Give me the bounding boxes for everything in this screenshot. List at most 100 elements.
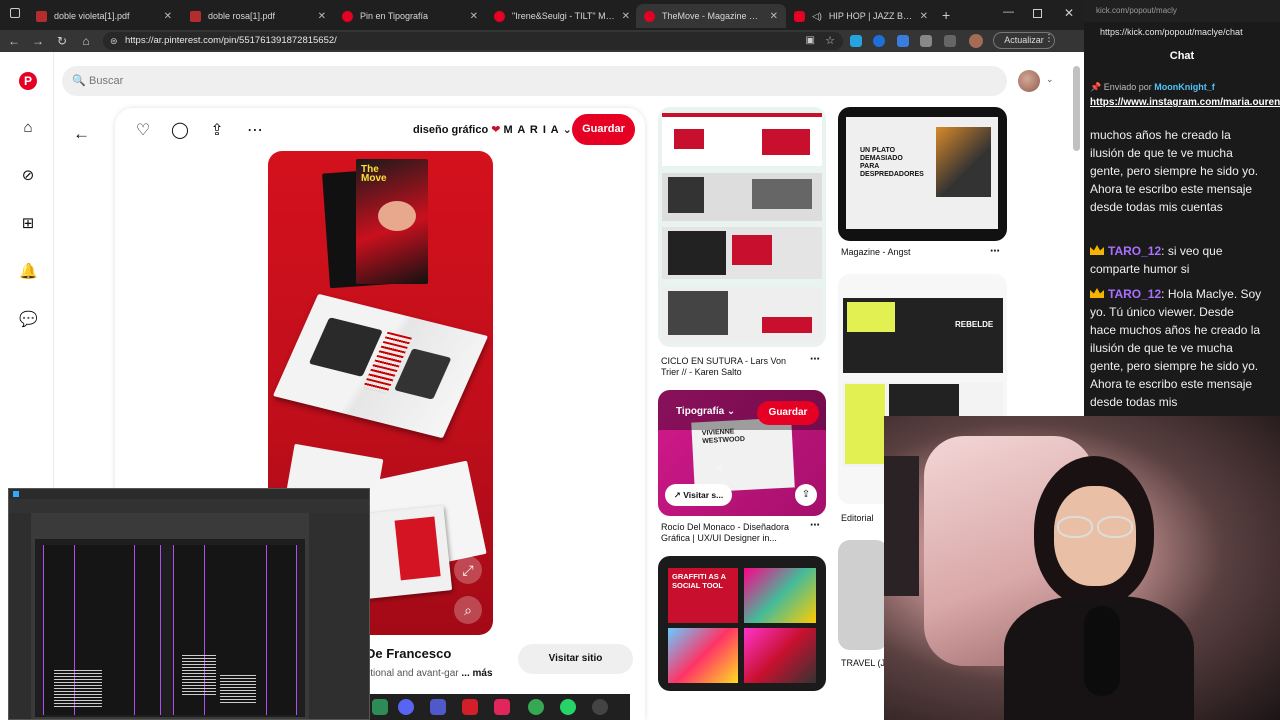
pin-description: itional and avant-gar ... más [368, 668, 493, 679]
speaker-icon[interactable]: ◁) [812, 11, 822, 22]
share-icon[interactable]: ⇪ [207, 120, 227, 140]
card-spread [668, 628, 738, 683]
extensions-puzzle-icon[interactable] [944, 35, 956, 47]
close-window-icon[interactable]: ✕ [1064, 6, 1074, 20]
canvas-page [43, 545, 161, 715]
more-options-icon[interactable]: ⋯ [990, 246, 1000, 257]
card-spread: UN PLATO DEMASIADO PARA DESPREDADORES [846, 117, 998, 229]
back-icon[interactable]: ← [6, 33, 22, 49]
expand-icon[interactable]: ⤢ [454, 556, 482, 584]
more-options-icon[interactable]: ⋯ [245, 120, 265, 140]
close-icon[interactable]: ✕ [470, 11, 478, 22]
pin-caption[interactable]: TRAVEL (J [841, 658, 885, 669]
notifications-icon[interactable]: 🔔 [19, 263, 38, 281]
card-spread [662, 227, 822, 279]
visual-search-icon[interactable]: ⌕ [454, 596, 482, 624]
save-button[interactable]: Guardar [572, 114, 635, 145]
chat-url[interactable]: https://kick.com/popout/maclye/chat [1084, 22, 1280, 42]
back-arrow-icon[interactable]: ← [73, 124, 90, 144]
tab-hiphop[interactable]: ◁)HIP HOP | JAZZ BOOM B✕ [786, 4, 936, 28]
board-dropdown[interactable]: Tipografía ⌄ [676, 406, 735, 417]
teams-icon[interactable] [430, 699, 446, 715]
messages-icon[interactable]: 💬 [19, 311, 38, 329]
obs-icon[interactable] [592, 699, 608, 715]
pin-card[interactable]: UN PLATO DEMASIADO PARA DESPREDADORES [838, 107, 1007, 241]
maximize-icon[interactable] [1033, 9, 1042, 18]
photoshop-menubar [9, 489, 369, 499]
pin-card[interactable]: GRAFFITI AS A SOCIAL TOOL [658, 556, 826, 691]
whatsapp-icon[interactable] [560, 699, 576, 715]
save-button[interactable]: Guardar [757, 401, 819, 425]
close-icon[interactable]: ✕ [318, 11, 326, 22]
pinterest-logo[interactable]: P [19, 72, 37, 90]
pinned-link[interactable]: https://www.instagram.com/maria.ourens?.… [1090, 97, 1280, 109]
pin-caption[interactable]: Magazine - Angst [841, 247, 911, 258]
chrome-icon[interactable] [528, 699, 544, 715]
page-scrollbar[interactable] [1073, 66, 1080, 151]
new-tab-icon[interactable]: + [942, 7, 950, 23]
glasses-lens [1097, 516, 1133, 538]
close-icon[interactable]: ✕ [770, 11, 778, 22]
tab-themove[interactable]: TheMove - Magazine Design -✕ [636, 4, 786, 28]
bookmark-star-icon[interactable]: ☆ [825, 32, 835, 50]
photoshop-options-bar [9, 499, 369, 513]
forward-icon[interactable]: → [30, 33, 46, 49]
discord-icon[interactable] [398, 699, 414, 715]
home-icon[interactable]: ⌂ [78, 33, 94, 49]
taskbar-app-icon[interactable] [372, 699, 388, 715]
pin-caption[interactable]: Editorial [841, 513, 874, 524]
chat-popout-window: kick.com/popout/macly https://kick.com/p… [1084, 0, 1280, 416]
pin-card[interactable] [838, 540, 888, 650]
explore-icon[interactable]: ⊘ [19, 167, 37, 185]
indesign-icon[interactable] [494, 699, 510, 715]
more-icon[interactable]: ⋮ [1044, 33, 1054, 44]
close-icon[interactable]: ✕ [622, 11, 630, 22]
reader-icon[interactable]: ▣ [806, 32, 815, 50]
search-bar[interactable]: 🔍 Buscar [62, 66, 1007, 96]
more-options-icon[interactable]: ⋯ [810, 520, 820, 531]
extension-icon[interactable] [897, 35, 909, 47]
chevron-down-icon: ⌄ [562, 124, 572, 136]
photoshop-canvas[interactable] [35, 539, 305, 717]
share-icon[interactable]: ⇪ [795, 484, 817, 506]
tab-doble-violeta[interactable]: doble violeta[1].pdf ✕ [28, 4, 180, 28]
board-selector[interactable]: diseño gráfico ❤ M A R I A ⌄ [413, 123, 572, 136]
tab-irene-seulgi[interactable]: "Irene&Seulgi - TILT" Magazine✕ [486, 4, 638, 28]
close-icon[interactable]: ✕ [164, 11, 172, 22]
comment-icon[interactable]: ◯ [170, 120, 190, 140]
pin-card-hovered[interactable]: VIVIENNE WESTWOOD Tipografía ⌄ Guardar ↗… [658, 390, 826, 516]
more-options-icon[interactable]: ⋯ [810, 354, 820, 365]
chat-message: TARO_12: si veo que comparte humor si [1090, 244, 1223, 276]
pin-caption[interactable]: Rocío Del Monaco - Diseñadora Gráfica | … [661, 522, 806, 544]
pin-caption[interactable]: CICLO EN SUTURA - Lars Von Trier // - Ka… [661, 356, 806, 378]
pdf-icon [36, 10, 47, 22]
taskbar-app-icon[interactable] [462, 699, 478, 715]
close-icon[interactable]: ✕ [920, 11, 928, 22]
heart-icon[interactable]: ♡ [133, 120, 153, 140]
url-field[interactable]: ⊜ https://ar.pinterest.com/pin/551761391… [103, 32, 843, 50]
minimize-icon[interactable]: — [1003, 6, 1014, 18]
tab-actions-icon[interactable] [10, 8, 20, 18]
home-icon[interactable]: ⌂ [19, 119, 37, 137]
card-spread: GRAFFITI AS A SOCIAL TOOL [668, 568, 738, 623]
tab-doble-rosa[interactable]: doble rosa[1].pdf ✕ [182, 4, 334, 28]
pinterest-icon [342, 10, 353, 22]
more-link[interactable]: ... más [461, 668, 492, 679]
chevron-down-icon[interactable]: ⌄ [1046, 74, 1054, 85]
extension-icon[interactable] [920, 35, 932, 47]
visit-button[interactable]: ↗ Visitar s... [665, 484, 732, 506]
create-icon[interactable]: ⊞ [19, 215, 37, 233]
site-info-icon[interactable]: ⊜ [110, 32, 118, 50]
reload-icon[interactable]: ↻ [54, 33, 70, 49]
glasses-lens [1057, 516, 1093, 538]
taskbar [370, 694, 630, 720]
author-name[interactable]: De Francesco [366, 646, 451, 661]
pin-card[interactable] [658, 107, 826, 347]
tab-pin-tipografia[interactable]: Pin en Tipografía ✕ [334, 4, 486, 28]
visit-site-button[interactable]: Visitar sitio [518, 644, 633, 674]
profile-avatar[interactable] [969, 34, 983, 48]
extension-icon[interactable] [850, 35, 862, 47]
extension-icon[interactable] [873, 35, 885, 47]
avatar[interactable] [1018, 70, 1040, 92]
webcam-overlay [884, 416, 1280, 720]
